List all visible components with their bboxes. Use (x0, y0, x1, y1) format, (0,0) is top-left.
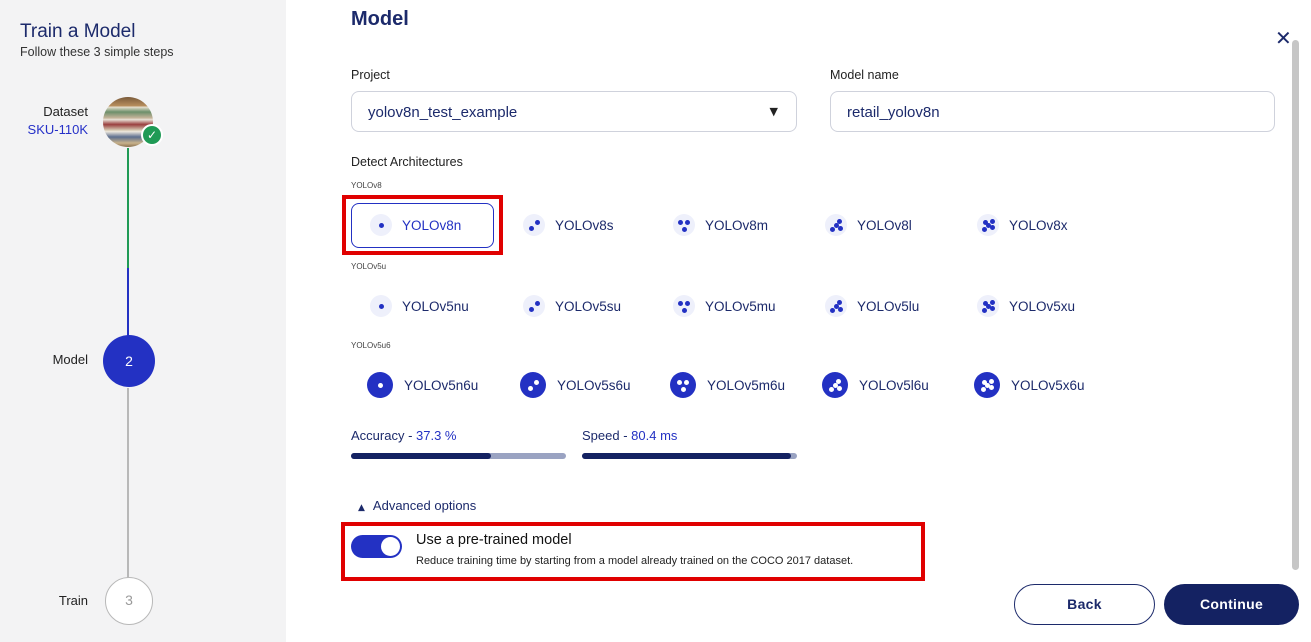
architecture-option-label: YOLOv5mu (705, 298, 776, 314)
architecture-option-label: YOLOv8l (857, 217, 912, 233)
architecture-option-yolov8n[interactable]: YOLOv8n (370, 203, 461, 247)
architecture-option-yolov8s[interactable]: YOLOv8s (523, 203, 614, 247)
architecture-size-icon (523, 214, 545, 236)
stepper-sidebar: Train a Model Follow these 3 simple step… (0, 0, 286, 642)
step-connector-active (127, 268, 129, 336)
architecture-option-yolov8m[interactable]: YOLOv8m (673, 203, 768, 247)
close-icon[interactable]: ✕ (1275, 26, 1292, 50)
speed-bar-fill (582, 453, 791, 459)
model-name-input[interactable]: retail_yolov8n (830, 91, 1275, 132)
architecture-option-yolov5lu[interactable]: YOLOv5lu (825, 284, 919, 328)
architecture-option-label: YOLOv5n6u (404, 377, 479, 393)
model-name-label: Model name (830, 68, 899, 82)
architecture-option-yolov8l[interactable]: YOLOv8l (825, 203, 912, 247)
speed-label-text: Speed - (582, 428, 632, 443)
architecture-option-label: YOLOv5s6u (557, 377, 631, 393)
architecture-option-label: YOLOv8s (555, 217, 614, 233)
architecture-size-icon (370, 295, 392, 317)
step-model-label: Model (52, 352, 88, 367)
architecture-option-yolov5mu[interactable]: YOLOv5mu (673, 284, 776, 328)
accuracy-bar-fill (351, 453, 491, 459)
step-train-label: Train (58, 593, 88, 608)
triangle-up-icon: ▲ (358, 503, 365, 513)
architecture-option-yolov5su[interactable]: YOLOv5su (523, 284, 621, 328)
architecture-size-icon (673, 214, 695, 236)
group-label-yolov5u: YOLOv5u (351, 262, 387, 271)
architecture-option-yolov5nu[interactable]: YOLOv5nu (370, 284, 469, 328)
architecture-size-icon (825, 295, 847, 317)
step-dataset-value: SKU-110K (27, 122, 88, 137)
architecture-size-icon (670, 372, 696, 398)
architecture-size-icon (370, 214, 392, 236)
architecture-size-icon (974, 372, 1000, 398)
architecture-option-label: YOLOv5su (555, 298, 622, 314)
group-label-yolov8: YOLOv8 (351, 181, 382, 190)
sidebar-title: Train a Model (20, 21, 136, 42)
architecture-option-yolov8x[interactable]: YOLOv8x (977, 203, 1068, 247)
speed-label: Speed - 80.4 ms (582, 428, 677, 443)
architecture-option-label: YOLOv5m6u (707, 377, 786, 393)
project-select-value: yolov8n_test_example (368, 104, 518, 121)
back-button[interactable]: Back (1014, 584, 1155, 625)
architecture-size-icon (673, 295, 695, 317)
architecture-size-icon (822, 372, 848, 398)
step-dataset-label[interactable]: Dataset SKU-110K (20, 104, 88, 137)
check-icon: ✓ (141, 124, 163, 146)
architecture-size-icon (523, 295, 545, 317)
accuracy-label: Accuracy - 37.3 % (351, 428, 457, 443)
architecture-size-icon (977, 214, 999, 236)
continue-button[interactable]: Continue (1164, 584, 1299, 625)
architecture-option-label: YOLOv5lu (857, 298, 920, 314)
highlight-box-pretrained (341, 522, 925, 581)
architecture-option-label: YOLOv5x6u (1011, 377, 1085, 393)
architecture-option-yolov5s6u[interactable]: YOLOv5s6u (520, 363, 631, 407)
architecture-option-yolov5l6u[interactable]: YOLOv5l6u (822, 363, 929, 407)
architecture-option-yolov5m6u[interactable]: YOLOv5m6u (670, 363, 785, 407)
architecture-option-label: YOLOv8x (1009, 217, 1068, 233)
architecture-size-icon (825, 214, 847, 236)
architecture-option-label: YOLOv5nu (402, 298, 469, 314)
project-label: Project (351, 68, 390, 82)
architecture-option-label: YOLOv8n (402, 217, 462, 233)
accuracy-label-text: Accuracy - (351, 428, 417, 443)
architecture-option-yolov5x6u[interactable]: YOLOv5x6u (974, 363, 1085, 407)
detect-architectures-label: Detect Architectures (351, 155, 463, 169)
step-model-indicator: 2 (103, 335, 155, 387)
architecture-size-icon (520, 372, 546, 398)
accuracy-bar (351, 453, 566, 459)
speed-value: 80.4 ms (631, 428, 678, 443)
advanced-options-toggle[interactable]: ▲ Advanced options (358, 498, 476, 513)
step-connector-pending (127, 388, 129, 578)
architecture-option-label: YOLOv8m (705, 217, 769, 233)
project-select[interactable]: yolov8n_test_example ▼ (351, 91, 797, 132)
architecture-option-yolov5n6u[interactable]: YOLOv5n6u (367, 363, 478, 407)
architecture-size-icon (977, 295, 999, 317)
architecture-option-label: YOLOv5xu (1009, 298, 1076, 314)
advanced-options-label: Advanced options (372, 498, 477, 513)
step-connector-done (127, 148, 129, 268)
section-heading: Model (351, 8, 409, 30)
caret-down-icon: ▼ (769, 105, 778, 118)
group-label-yolov5u6: YOLOv5u6 (351, 341, 391, 350)
accuracy-value: 37.3 % (416, 428, 457, 443)
architecture-option-yolov5xu[interactable]: YOLOv5xu (977, 284, 1075, 328)
architecture-size-icon (367, 372, 393, 398)
speed-bar (582, 453, 797, 459)
step-dataset-title: Dataset (43, 104, 88, 119)
scrollbar[interactable] (1292, 40, 1299, 570)
step-train-indicator: 3 (105, 577, 153, 625)
architecture-option-label: YOLOv5l6u (859, 377, 929, 393)
sidebar-subtitle: Follow these 3 simple steps (20, 45, 174, 59)
